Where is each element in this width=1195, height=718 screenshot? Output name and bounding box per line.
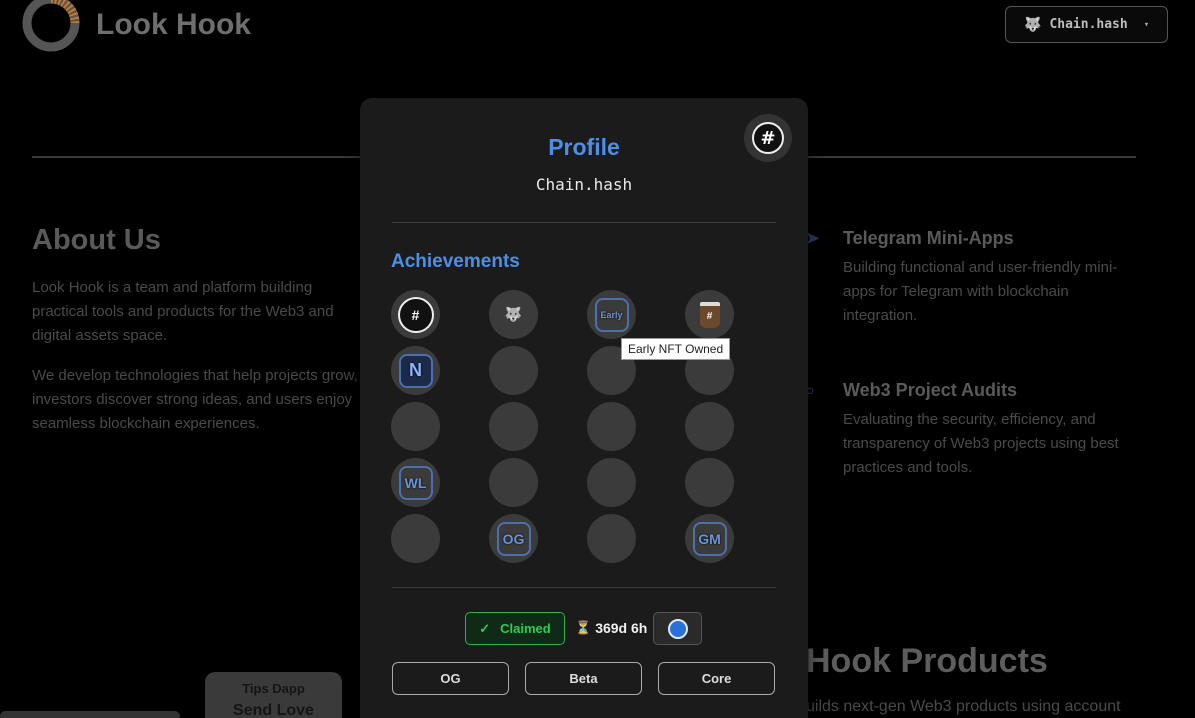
og-badge-icon: OG [496, 521, 531, 556]
achievement-slot[interactable] [489, 458, 538, 507]
divider [392, 222, 776, 223]
achievement-slot[interactable]: N [391, 346, 440, 395]
achievement-slot[interactable]: 🐺 [489, 290, 538, 339]
achievement-slot[interactable]: GM [685, 514, 734, 563]
early-badge-icon: Early [594, 297, 629, 332]
achievement-slot[interactable] [391, 402, 440, 451]
token-logo-button[interactable] [653, 612, 702, 645]
achievement-slot[interactable]: WL [391, 458, 440, 507]
bottom-bar [0, 711, 180, 718]
wallet-button[interactable]: 🐺 Chain.hash ▾ [1005, 6, 1168, 43]
claimed-button[interactable]: ✓ Claimed [465, 612, 565, 645]
look-hook-logo[interactable] [22, 0, 80, 52]
achievement-slot[interactable] [587, 514, 636, 563]
profile-title: Profile [548, 134, 620, 160]
about-title: About Us [32, 224, 161, 256]
profile-modal: # Profile Chain.hash Achievements # 🐺 Earl… [360, 98, 808, 718]
achievement-slot[interactable]: OG [489, 514, 538, 563]
hourglass-icon: ⏳ [575, 620, 592, 635]
achievement-slot[interactable] [391, 514, 440, 563]
coffee-cup-shape: # [699, 301, 720, 328]
paper-plane-icon: ➤ [805, 228, 821, 248]
achievement-slot[interactable]: # [391, 290, 440, 339]
achievement-tooltip: Early NFT Owned [621, 338, 731, 360]
service-title: Web3 Project Audits [843, 380, 1018, 400]
search-icon: ⌕ [805, 380, 816, 400]
token-logo-icon [667, 618, 688, 639]
n-badge-icon: N [398, 353, 433, 388]
achievements-title: Achievements [391, 251, 520, 272]
tips-label: Tips Dapp [242, 681, 305, 696]
tips-dapp-card[interactable]: Tips Dapp Send Love [205, 672, 342, 718]
dog-icon: 🐺 [504, 306, 523, 322]
divider [392, 587, 776, 588]
achievement-slot[interactable] [685, 402, 734, 451]
service-description: Building functional and user-friendly mi… [843, 259, 1118, 324]
role-og-button[interactable]: OG [392, 662, 509, 695]
products-description: uilds next-gen Web3 products using accou… [806, 698, 1121, 715]
check-icon: ✓ [479, 620, 491, 636]
wl-badge-icon: WL [398, 465, 433, 500]
about-paragraph-1: Look Hook is a team and platform buildin… [32, 279, 334, 344]
achievement-slot[interactable] [685, 458, 734, 507]
achievement-slot[interactable]: Early [587, 290, 636, 339]
brand-name[interactable]: Look Hook [96, 8, 251, 42]
achievement-slot[interactable] [587, 458, 636, 507]
role-core-button[interactable]: Core [658, 662, 775, 695]
send-love-button[interactable]: Send Love [205, 702, 342, 718]
countdown-timer: ⏳ 369d 6h [575, 620, 647, 636]
claimed-label: Claimed [500, 621, 551, 636]
hash-icon: # [397, 296, 434, 333]
timer-value: 369d 6h [595, 620, 648, 636]
wallet-label: Chain.hash [1049, 17, 1128, 32]
service-description: Evaluating the security, efficiency, and… [843, 411, 1119, 476]
chevron-down-icon: ▾ [1143, 19, 1150, 30]
products-title: Hook Products [806, 642, 1048, 680]
service-title: Telegram Mini-Apps [843, 228, 1014, 248]
achievement-slot[interactable] [587, 402, 636, 451]
dog-icon: 🐺 [1024, 16, 1042, 33]
about-paragraph-2: We develop technologies that help projec… [32, 367, 358, 432]
coffee-cup-icon: # [691, 296, 729, 334]
role-beta-button[interactable]: Beta [525, 662, 642, 695]
gm-badge-icon: GM [692, 521, 727, 556]
profile-username: Chain.hash [535, 175, 633, 194]
achievement-slot[interactable]: # [685, 290, 734, 339]
achievement-slot[interactable] [489, 402, 538, 451]
achievement-slot[interactable] [489, 346, 538, 395]
